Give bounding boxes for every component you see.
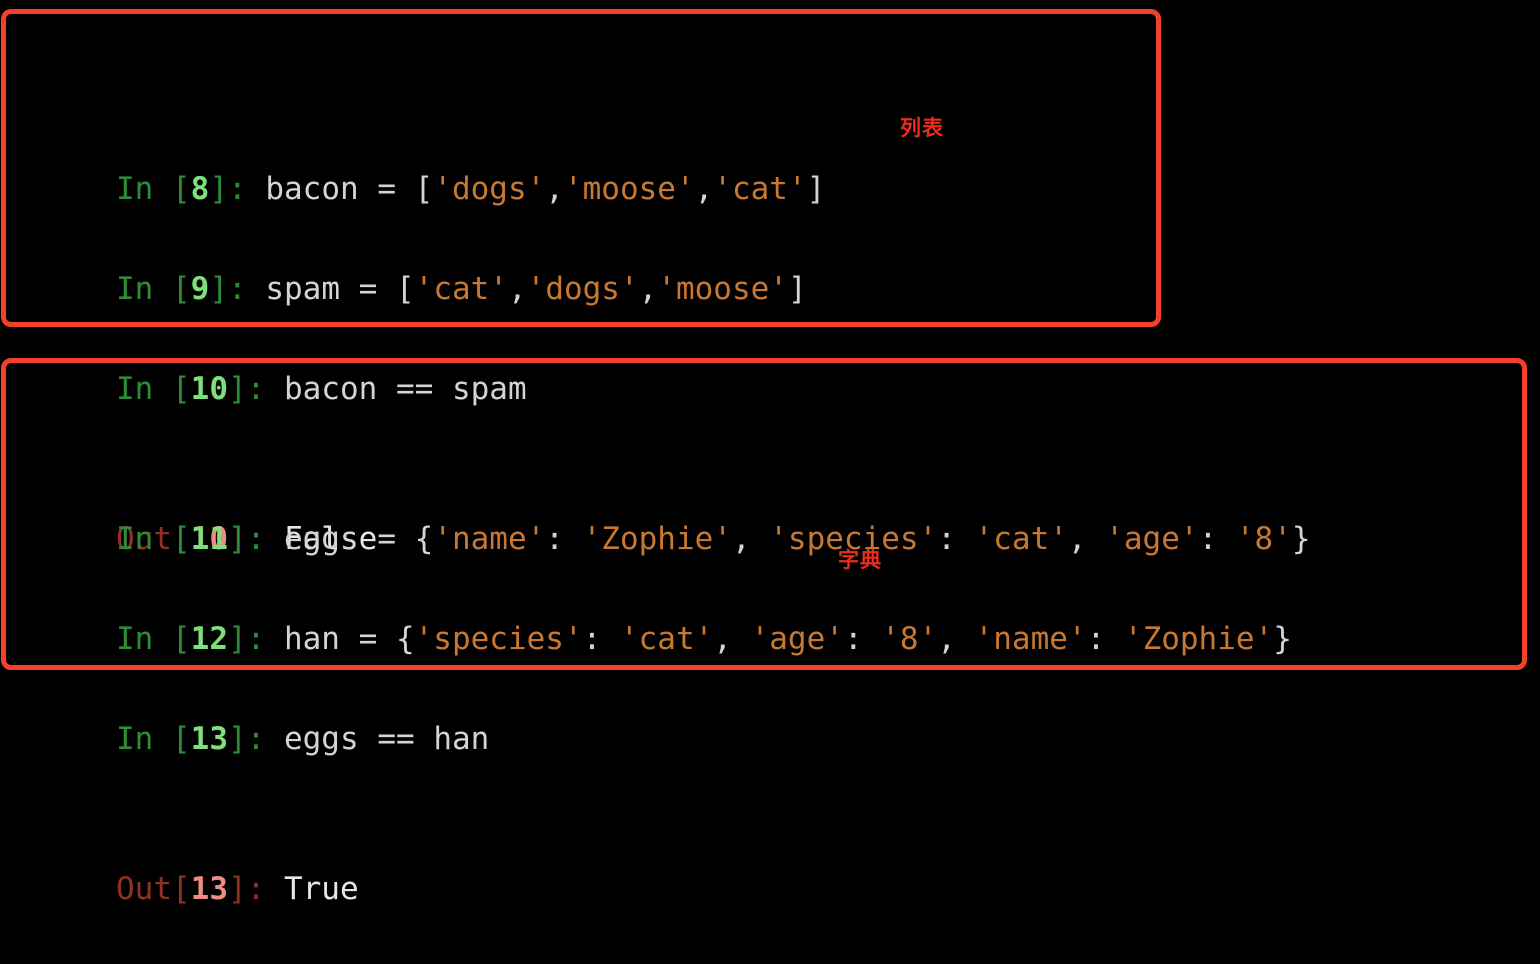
dict-value: 'cat' bbox=[619, 621, 714, 657]
list-close-bracket: ] bbox=[787, 271, 807, 307]
dict-close-brace: } bbox=[1291, 521, 1311, 557]
annotation-label-dict: 字典 bbox=[838, 548, 882, 572]
prompt-bracket-open: [ bbox=[171, 721, 191, 757]
string-literal: 'dogs' bbox=[526, 271, 639, 307]
prompt-bracket-open: [ bbox=[171, 871, 191, 907]
colon: : bbox=[843, 621, 882, 657]
dict-key: 'name' bbox=[974, 621, 1087, 657]
output-line: Out[13]: True bbox=[4, 814, 489, 907]
variable-name: han bbox=[433, 721, 490, 757]
dict-value: 'Zophie' bbox=[1123, 621, 1274, 657]
colon: : bbox=[1086, 621, 1124, 657]
output-value: True bbox=[283, 871, 359, 907]
dict-value: '8' bbox=[881, 621, 938, 657]
annotation-label-list: 列表 bbox=[900, 116, 944, 140]
code-line: In [10]: bacon == spam bbox=[4, 314, 527, 407]
comma: , bbox=[638, 271, 658, 307]
string-literal: 'moose' bbox=[657, 271, 788, 307]
colon: : bbox=[582, 621, 620, 657]
dict-key: 'age' bbox=[750, 621, 844, 657]
prompt-execution-number: 13 bbox=[190, 721, 228, 757]
comma: , bbox=[713, 621, 751, 657]
equality-operator: == bbox=[377, 721, 434, 757]
code-line: In [13]: eggs == han bbox=[4, 664, 489, 757]
prompt-out-label: Out bbox=[115, 871, 172, 907]
prompt-in-label: In bbox=[115, 721, 172, 757]
ipython-console[interactable]: In [8]: bacon = ['dogs','moose','cat'] I… bbox=[0, 0, 1540, 907]
prompt-bracket-close: ]: bbox=[227, 871, 284, 907]
console-cell-in-13: In [13]: eggs == han Out[13]: True bbox=[4, 564, 489, 964]
prompt-execution-number: 13 bbox=[190, 871, 228, 907]
prompt-bracket-close: ]: bbox=[227, 721, 284, 757]
list-close-bracket: ] bbox=[806, 171, 826, 207]
variable-name: eggs bbox=[283, 721, 378, 757]
comma: , bbox=[937, 621, 975, 657]
dict-close-brace: } bbox=[1273, 621, 1292, 657]
